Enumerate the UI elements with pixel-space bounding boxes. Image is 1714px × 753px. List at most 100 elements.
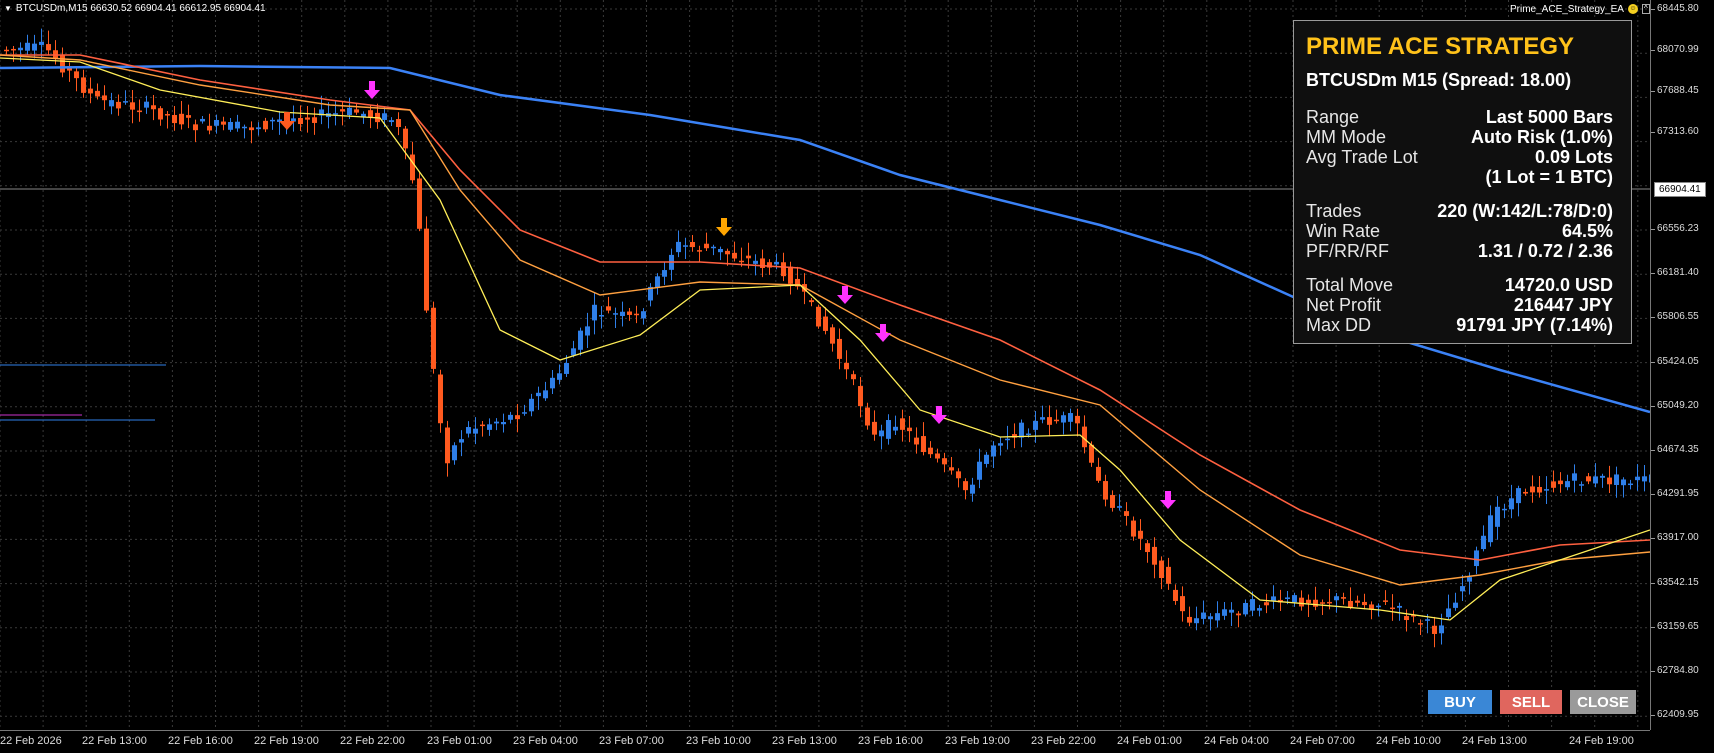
panel-subtitle: BTCUSDm M15 (Spread: 18.00) <box>1306 70 1572 90</box>
candle-body <box>655 276 660 288</box>
stat-win-rate: Win Rate 64.5% <box>1306 221 1613 241</box>
candle-body <box>1607 477 1612 485</box>
price-tick-label: 63159.65 <box>1651 620 1699 632</box>
price-axis[interactable]: 68445.80 68070.99 67688.45 67313.60 66556.23… <box>1650 0 1714 730</box>
candle-body <box>585 326 590 336</box>
candle-body <box>1208 616 1213 620</box>
candle-body <box>1425 619 1430 621</box>
candle-body <box>193 124 198 131</box>
time-tick-label: 24 Feb 10:00 <box>1376 735 1441 747</box>
triangle-down-icon[interactable]: ▼ <box>4 4 12 13</box>
candle-body <box>1166 566 1171 584</box>
candle-body <box>1061 415 1066 423</box>
candle-body <box>438 374 443 424</box>
candle-body <box>683 245 688 247</box>
price-tick-label: 67688.45 <box>1651 85 1699 96</box>
candle-body <box>1460 586 1465 592</box>
stat-value: Auto Risk (1.0%) <box>1470 127 1613 147</box>
candle-body <box>921 436 926 453</box>
candle-body <box>543 390 548 399</box>
candle-body <box>837 338 842 359</box>
candle-body <box>368 110 373 118</box>
price-tick-label: 67313.60 <box>1651 126 1699 137</box>
time-tick-label: 23 Feb 22:00 <box>1031 735 1096 747</box>
stat-max-dd: Max DD 91791 JPY (7.14%) <box>1306 315 1613 335</box>
stat-label: MM Mode <box>1306 127 1387 147</box>
candle-body <box>690 242 695 248</box>
candle-body <box>1635 476 1640 481</box>
candle-body <box>1285 597 1290 600</box>
time-tick-label: 23 Feb 13:00 <box>772 735 837 747</box>
candle-body <box>501 422 506 425</box>
candle-body <box>1334 596 1339 601</box>
ea-label[interactable]: Prime_ACE_Strategy_EA ☺ ^ <box>1510 2 1650 16</box>
candle-body <box>613 313 618 315</box>
candle-body <box>4 49 9 52</box>
time-axis[interactable]: 22 Feb 2026 22 Feb 13:00 22 Feb 16:00 22 Fe… <box>0 730 1650 753</box>
candle-body <box>865 407 870 426</box>
strategy-info-panel: PRIME ACE STRATEGY BTCUSDm M15 (Spread: … <box>1293 20 1632 344</box>
settings-group: Range Last 5000 Bars MM Mode Auto Risk (… <box>1306 107 1613 187</box>
candle-body <box>809 300 814 303</box>
candle-body <box>1523 491 1528 494</box>
candle-body <box>718 248 723 253</box>
candle-body <box>550 377 555 389</box>
candle-body <box>249 127 254 131</box>
candle-body <box>151 105 156 110</box>
time-tick-label: 23 Feb 01:00 <box>427 735 492 747</box>
candle-body <box>830 327 835 344</box>
stat-avg-lot: Avg Trade Lot 0.09 Lots <box>1306 147 1613 167</box>
candle-body <box>984 454 989 464</box>
candle-body <box>1621 479 1626 486</box>
candle-body <box>431 307 436 369</box>
candle-body <box>158 108 163 120</box>
candle-body <box>123 101 128 103</box>
candle-body <box>816 306 821 327</box>
time-tick-label: 23 Feb 16:00 <box>858 735 923 747</box>
stat-label: Total Move <box>1306 275 1394 295</box>
candle-body <box>1173 589 1178 601</box>
symbol-header: ▼ BTCUSDm,M15 66630.52 66904.41 66612.95 … <box>4 3 266 14</box>
candle-body <box>1250 599 1255 611</box>
candle-body <box>907 427 912 432</box>
candle-body <box>1299 597 1304 607</box>
candle-body <box>410 154 415 181</box>
candle-body <box>1313 599 1318 607</box>
chart-window[interactable]: ▼ BTCUSDm,M15 66630.52 66904.41 66612.95 … <box>0 0 1714 752</box>
candle-body <box>1628 483 1633 486</box>
candle-body <box>1404 616 1409 621</box>
candle-body <box>879 430 884 437</box>
candle-body <box>1110 495 1115 508</box>
candle-body <box>1586 476 1591 482</box>
caret-icon[interactable]: ^ <box>1641 4 1650 14</box>
candle-body <box>1509 498 1514 510</box>
time-tick-label: 23 Feb 04:00 <box>513 735 578 747</box>
candle-body <box>620 311 625 317</box>
candle-body <box>1005 438 1010 441</box>
candle-body <box>116 101 121 109</box>
sell-button[interactable]: SELL <box>1500 690 1562 714</box>
price-tick-label: 68070.99 <box>1651 44 1699 55</box>
candle-body <box>1180 596 1185 612</box>
stat-value: 0.09 Lots <box>1534 147 1613 167</box>
candle-body <box>704 243 709 249</box>
candle-body <box>1614 474 1619 485</box>
candle-body <box>403 128 408 149</box>
candle-body <box>102 95 107 101</box>
time-tick-label: 22 Feb 16:00 <box>168 735 233 747</box>
candle-body <box>753 260 758 264</box>
candle-body <box>697 250 702 252</box>
candle-body <box>312 117 317 123</box>
candle-body <box>487 424 492 430</box>
candle-body <box>725 250 730 255</box>
candle-body <box>1579 484 1584 486</box>
close-button[interactable]: CLOSE <box>1570 690 1636 714</box>
candle-body <box>95 90 100 97</box>
candle-body <box>347 107 352 116</box>
candle-body <box>774 261 779 265</box>
candle-body <box>893 426 898 431</box>
candle-body <box>74 71 79 79</box>
candle-body <box>179 113 184 125</box>
buy-button[interactable]: BUY <box>1428 690 1492 714</box>
candle-body <box>1019 422 1024 438</box>
